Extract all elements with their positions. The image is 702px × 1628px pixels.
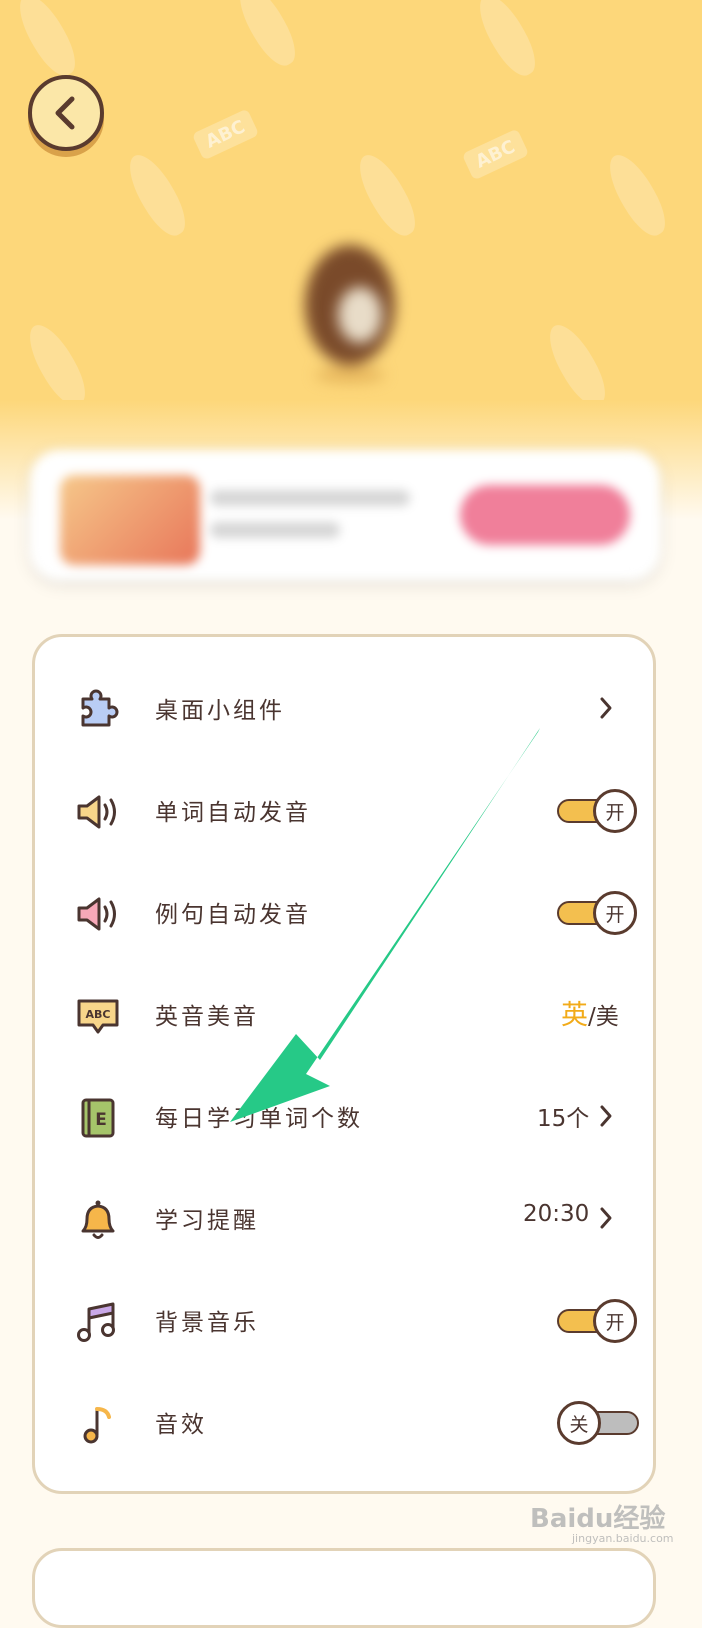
carrot-decoration	[469, 0, 545, 83]
sound-fx-toggle[interactable]: 关	[557, 1401, 639, 1445]
carrot-decoration	[599, 147, 675, 243]
setting-row-daily-words[interactable]: E 每日学习单词个数 15个	[35, 1067, 653, 1167]
setting-label: 音效	[155, 1412, 207, 1438]
carrot-decoration	[539, 317, 615, 413]
chevron-left-icon	[55, 96, 75, 130]
promo-text-line	[210, 490, 410, 506]
toggle-knob: 开	[593, 891, 637, 935]
music-notes-icon	[75, 1299, 121, 1345]
daily-words-value: 15个	[537, 1106, 590, 1132]
settings-card: 桌面小组件 单词自动发音 开 例句自动发音 开 ABC 英音美音 英/美 E 每…	[32, 634, 656, 1494]
setting-row-bg-music: 背景音乐 开	[35, 1271, 653, 1371]
chevron-right-icon	[600, 1105, 612, 1127]
toggle-knob: 开	[593, 789, 637, 833]
speaker-pink-icon	[75, 891, 121, 937]
watermark-url: jingyan.baidu.com	[572, 1532, 674, 1545]
bg-music-toggle[interactable]: 开	[557, 1299, 639, 1343]
setting-label: 例句自动发音	[155, 902, 311, 928]
setting-row-sentence-audio: 例句自动发音 开	[35, 863, 653, 963]
setting-label: 单词自动发音	[155, 800, 311, 826]
promo-text-line	[210, 522, 340, 538]
setting-label: 背景音乐	[155, 1310, 259, 1336]
setting-row-accent: ABC 英音美音 英/美	[35, 965, 653, 1065]
music-note-icon	[75, 1401, 121, 1447]
setting-row-reminder[interactable]: 学习提醒 20:30	[35, 1169, 653, 1269]
setting-row-widget[interactable]: 桌面小组件	[35, 659, 653, 759]
abc-bubble-icon: ABC	[75, 993, 121, 1039]
abc-decoration: ABC	[191, 108, 260, 161]
promo-image	[60, 475, 200, 565]
promo-button[interactable]	[460, 485, 630, 545]
setting-label: 每日学习单词个数	[155, 1106, 363, 1132]
setting-label: 桌面小组件	[155, 698, 285, 724]
book-icon: E	[75, 1095, 121, 1141]
speaker-icon	[75, 789, 121, 835]
carrot-decoration	[349, 147, 425, 243]
reminder-time-value: 20:30	[523, 1201, 590, 1227]
bell-icon	[75, 1197, 121, 1243]
watermark-logo: Baidu经验	[530, 1504, 666, 1534]
accent-other[interactable]: 美	[596, 1004, 619, 1030]
mascot-image	[305, 245, 395, 383]
chevron-right-icon	[600, 1207, 612, 1229]
chevron-right-icon	[600, 697, 612, 719]
toggle-knob: 关	[557, 1401, 601, 1445]
carrot-decoration	[19, 317, 95, 413]
sentence-audio-toggle[interactable]: 开	[557, 891, 639, 935]
setting-label: 学习提醒	[155, 1208, 259, 1234]
puzzle-icon	[75, 687, 121, 733]
setting-row-sound-fx: 音效 关	[35, 1373, 653, 1473]
carrot-decoration	[119, 147, 195, 243]
toggle-knob: 开	[593, 1299, 637, 1343]
accent-selected[interactable]: 英	[561, 1000, 588, 1031]
setting-row-word-audio: 单词自动发音 开	[35, 761, 653, 861]
next-settings-card	[32, 1548, 656, 1628]
carrot-decoration	[9, 0, 85, 83]
promo-banner[interactable]	[30, 450, 660, 580]
abc-decoration: ABC	[461, 128, 530, 181]
svg-text:E: E	[95, 1110, 107, 1130]
carrot-decoration	[229, 0, 305, 73]
setting-label: 英音美音	[155, 1004, 259, 1030]
svg-text:ABC: ABC	[86, 1008, 111, 1021]
accent-separator: /	[588, 1004, 596, 1030]
back-button[interactable]	[28, 75, 104, 151]
accent-switch[interactable]: 英/美	[561, 993, 619, 1032]
word-audio-toggle[interactable]: 开	[557, 789, 639, 833]
